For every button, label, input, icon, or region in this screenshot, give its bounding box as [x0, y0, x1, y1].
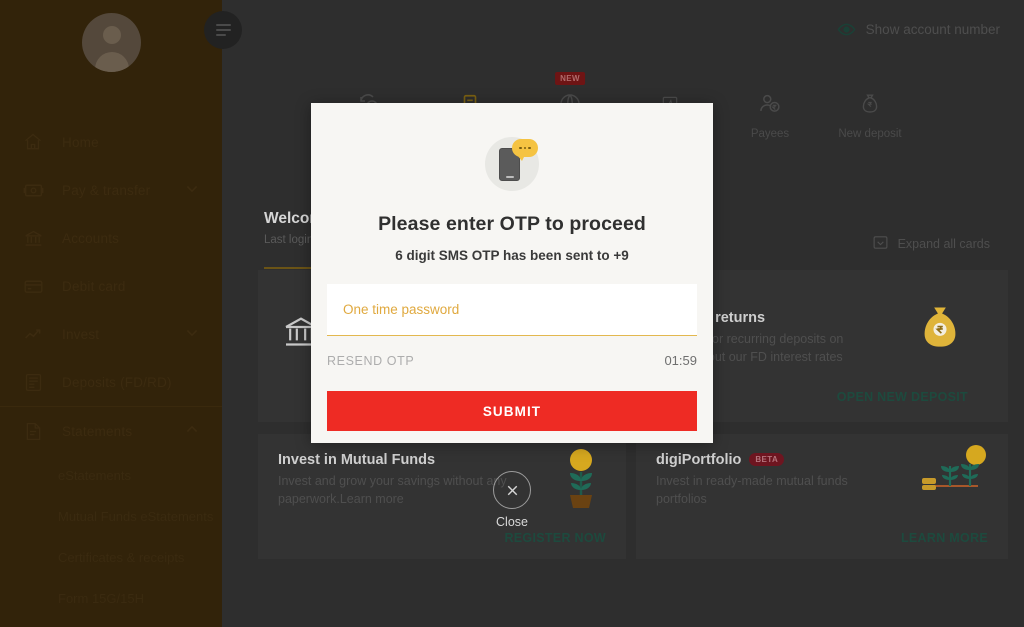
card-description: Invest and grow your savings without any…: [278, 474, 507, 507]
sidebar-item-label: Home: [62, 134, 99, 150]
phone-sms-icon: [485, 137, 539, 191]
hamburger-bar: [215, 29, 231, 31]
user-avatar[interactable]: [82, 13, 141, 72]
trend-up-icon: [22, 323, 44, 345]
register-now-button[interactable]: REGISTER NOW: [504, 531, 606, 545]
sidebar-item-label: Deposits (FD/RD): [62, 374, 172, 390]
top-bar: Show account number: [222, 0, 1024, 62]
sidebar-item-label: Invest: [62, 326, 100, 342]
hamburger-bar: [215, 24, 231, 26]
quick-action-new-deposit[interactable]: New deposit: [820, 72, 920, 140]
deposits-icon: [22, 371, 44, 393]
money-bag-icon: [912, 300, 968, 361]
resend-row: RESEND OTP 01:59: [327, 353, 697, 368]
payee-icon: [720, 90, 820, 118]
card-title: digiPortfolio BETA: [656, 452, 848, 468]
card-icon: [22, 275, 44, 297]
pay-transfer-icon: [22, 179, 44, 201]
bubble-dot: [528, 146, 531, 150]
sms-bubble-shape: [512, 139, 538, 161]
sidebar-subitem-form-15g-15h[interactable]: Form 15G/15H: [0, 578, 222, 619]
card-digiportfolio[interactable]: digiPortfolio BETA Invest in ready-made m…: [636, 434, 1008, 559]
sidebar-subitem-label: Certificates & receipts: [58, 550, 185, 565]
expand-cards-icon: [872, 234, 889, 254]
app-root: Home Pay & transfer Accounts Debit card …: [0, 0, 1024, 627]
otp-modal-subtitle: 6 digit SMS OTP has been sent to +9: [395, 248, 629, 263]
sidebar-item-deposits[interactable]: Deposits (FD/RD): [0, 358, 222, 406]
new-badge: NEW: [555, 72, 585, 85]
otp-timer: 01:59: [664, 353, 697, 368]
sidebar-subitem-label: eStatements: [58, 468, 131, 483]
card-description: Invest in ready-made mutual funds portfo…: [656, 474, 848, 507]
sidebar-header: [0, 0, 222, 87]
submit-button[interactable]: SUBMIT: [327, 391, 697, 431]
sidebar: Home Pay & transfer Accounts Debit card …: [0, 0, 222, 627]
expand-all-cards-label: Expand all cards: [897, 237, 990, 251]
otp-modal-title: Please enter OTP to proceed: [378, 213, 646, 235]
quick-action-label: New deposit: [838, 128, 902, 140]
beta-badge: BETA: [749, 453, 785, 466]
sidebar-subitem-estatements[interactable]: eStatements: [0, 455, 222, 496]
chevron-down-icon[interactable]: [184, 325, 200, 344]
statements-icon: [22, 420, 44, 442]
plant-pot-icon: [556, 448, 606, 515]
bubble-dot: [519, 146, 522, 150]
avatar-head-shape: [102, 26, 121, 44]
learn-more-button[interactable]: LEARN MORE: [901, 531, 988, 545]
chevron-down-icon[interactable]: [184, 181, 200, 200]
home-icon: [22, 131, 44, 153]
sidebar-item-home[interactable]: Home: [0, 118, 222, 166]
otp-input[interactable]: [343, 302, 673, 317]
quick-action-label: Payees: [750, 128, 790, 140]
otp-input-wrapper[interactable]: [327, 284, 697, 336]
card-title-text: digiPortfolio: [656, 452, 742, 468]
bank-icon: [22, 227, 44, 249]
sidebar-nav: Home Pay & transfer Accounts Debit card …: [0, 118, 222, 619]
eye-icon: [837, 20, 856, 39]
bubble-dot: [523, 146, 527, 150]
sidebar-item-statements[interactable]: Statements: [0, 407, 222, 455]
hamburger-bar: [215, 34, 226, 36]
quick-action-payees[interactable]: Payees: [720, 72, 820, 140]
sidebar-subitem-certificates-receipts[interactable]: Certificates & receipts: [0, 537, 222, 578]
sidebar-item-debit-card[interactable]: Debit card: [0, 262, 222, 310]
title-underline: [264, 267, 312, 269]
sidebar-item-invest[interactable]: Invest: [0, 310, 222, 358]
sidebar-item-label: Accounts: [62, 230, 120, 246]
close-circle-icon: [493, 471, 531, 509]
otp-modal: Please enter OTP to proceed 6 digit SMS …: [311, 103, 713, 443]
chevron-up-icon[interactable]: [184, 422, 200, 441]
sidebar-item-label: Debit card: [62, 278, 126, 294]
open-new-deposit-button[interactable]: OPEN NEW DEPOSIT: [837, 390, 968, 404]
sidebar-item-label: Pay & transfer: [62, 182, 151, 198]
card-title: Invest in Mutual Funds: [278, 452, 436, 468]
card-invest-mutual-funds[interactable]: Invest in Mutual Funds Invest and grow y…: [258, 434, 626, 559]
plants-growth-icon: [916, 442, 994, 509]
close-overlay-button[interactable]: Close: [493, 471, 531, 529]
resend-otp-button[interactable]: RESEND OTP: [327, 354, 414, 368]
sidebar-item-label: Statements: [62, 423, 133, 439]
sidebar-item-pay-transfer[interactable]: Pay & transfer: [0, 166, 222, 214]
money-bag-icon: [820, 90, 920, 118]
sidebar-subitem-mutual-funds-estatements[interactable]: Mutual Funds eStatements: [0, 496, 222, 537]
close-label: Close: [496, 515, 528, 529]
avatar-body-shape: [94, 52, 129, 72]
sidebar-subitem-label: Form 15G/15H: [58, 591, 144, 606]
show-account-number-label: Show account number: [865, 22, 1000, 37]
show-account-number-toggle[interactable]: Show account number: [837, 20, 1000, 39]
sidebar-item-accounts[interactable]: Accounts: [0, 214, 222, 262]
expand-all-cards-button[interactable]: Expand all cards: [872, 234, 990, 254]
hamburger-icon[interactable]: [204, 11, 242, 49]
sidebar-subitem-label: Mutual Funds eStatements: [58, 509, 214, 524]
